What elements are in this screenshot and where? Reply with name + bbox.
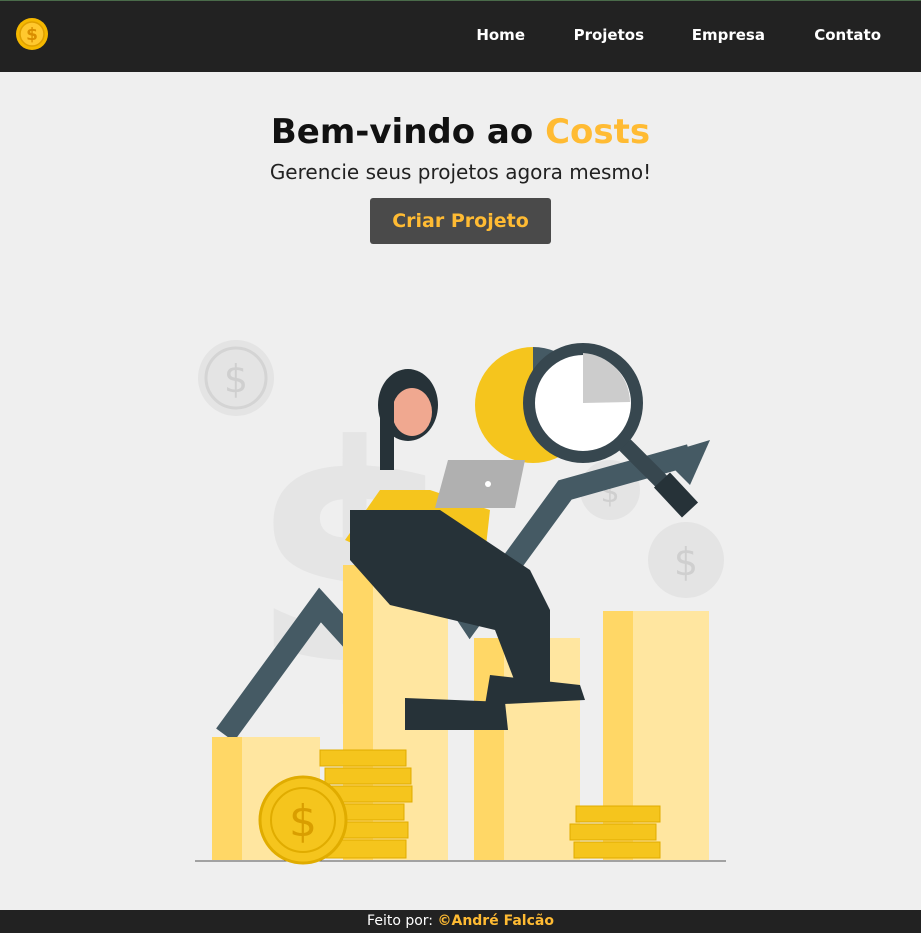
svg-text:$: $ [674, 540, 698, 584]
savings-illustration: $ $ $ $ $ [195, 340, 726, 865]
title-accent: Costs [545, 112, 651, 152]
page-title: Bem-vindo ao Costs [0, 112, 921, 152]
title-prefix: Bem-vindo ao [270, 112, 534, 152]
nav-contato-link[interactable]: Contato [814, 26, 881, 44]
svg-text:$: $ [26, 25, 38, 45]
page-subtitle: Gerencie seus projetos agora mesmo! [269, 160, 652, 184]
navbar: $ Home Projetos Empresa Contato [0, 0, 921, 72]
nav-projetos-link[interactable]: Projetos [574, 26, 644, 44]
footer-label: Feito por: [367, 913, 434, 929]
svg-text:$: $ [289, 796, 317, 847]
footer-author: ©André Falcão [437, 913, 554, 929]
footer: Feito por: ©André Falcão [0, 910, 921, 933]
logo-link[interactable]: $ [15, 17, 49, 51]
dollar-coin-icon: $ [16, 18, 48, 50]
create-project-button[interactable]: Criar Projeto [370, 198, 551, 244]
nav-home-link[interactable]: Home [476, 26, 525, 44]
nav-empresa-link[interactable]: Empresa [692, 26, 765, 44]
svg-text:$: $ [224, 357, 248, 401]
